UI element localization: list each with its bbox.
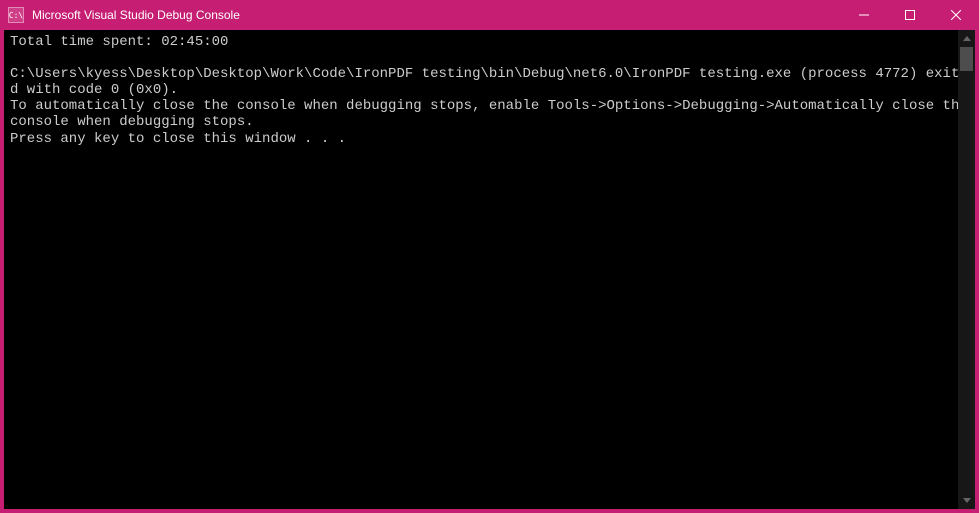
chevron-down-icon [963, 498, 971, 503]
app-icon-label: C:\ [9, 11, 23, 20]
app-icon: C:\ [8, 7, 24, 23]
titlebar[interactable]: C:\ Microsoft Visual Studio Debug Consol… [0, 0, 979, 30]
debug-console-window: C:\ Microsoft Visual Studio Debug Consol… [0, 0, 979, 513]
maximize-button[interactable] [887, 0, 933, 30]
minimize-icon [859, 10, 869, 20]
console-output[interactable]: Total time spent: 02:45:00 C:\Users\kyes… [4, 30, 975, 509]
scroll-down-button[interactable] [958, 492, 975, 509]
vertical-scrollbar[interactable] [958, 30, 975, 509]
window-controls [841, 0, 979, 30]
minimize-button[interactable] [841, 0, 887, 30]
maximize-icon [905, 10, 915, 20]
scrollbar-thumb[interactable] [960, 47, 973, 71]
window-title: Microsoft Visual Studio Debug Console [32, 8, 841, 22]
scrollbar-track[interactable] [958, 47, 975, 492]
console-body: Total time spent: 02:45:00 C:\Users\kyes… [4, 30, 975, 509]
close-icon [951, 10, 961, 20]
chevron-up-icon [963, 36, 971, 41]
scroll-up-button[interactable] [958, 30, 975, 47]
close-button[interactable] [933, 0, 979, 30]
